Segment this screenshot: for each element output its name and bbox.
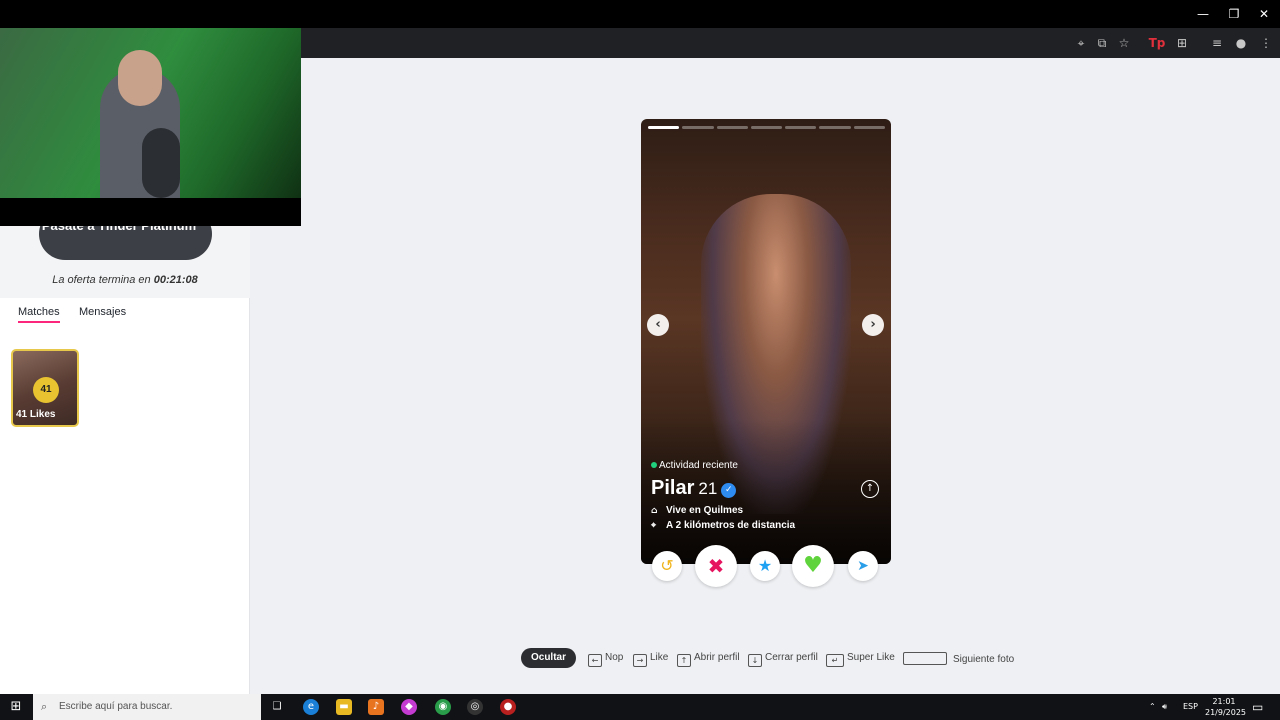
photo-progress-segment (785, 126, 817, 129)
language-indicator[interactable]: ESP (1183, 694, 1198, 720)
media-icon[interactable]: ≡ (1207, 33, 1227, 53)
photo-progress (648, 126, 885, 129)
right-arrow-key-icon: → (633, 654, 647, 667)
prev-photo-button[interactable]: ‹ (647, 314, 669, 336)
webcam-overlay (0, 28, 301, 226)
down-arrow-key-icon: ↓ (748, 654, 762, 667)
shortcut-like: → Like (633, 652, 668, 667)
verified-icon: ✓ (721, 483, 737, 498)
microphone-icon (142, 128, 180, 198)
file-explorer-icon[interactable]: ▬ (336, 699, 352, 715)
open-profile-icon[interactable]: ↑ (861, 480, 879, 498)
boost-button[interactable]: ➤ (848, 551, 878, 581)
profile-icon[interactable]: ● (1231, 33, 1251, 53)
clock-time: 21:01 (1212, 697, 1236, 706)
keyboard-shortcuts-bar: Ocultar ← Nop → Like ↑ Abrir perfil ↓ Cerrar… (0, 648, 1280, 670)
location-icon[interactable]: ⌖ (1071, 33, 1091, 53)
star-icon[interactable]: ☆ (1114, 33, 1134, 53)
space-key-icon (903, 652, 947, 665)
shortcut-open-profile: ↑ Abrir perfil (677, 652, 740, 667)
taskbar-search[interactable]: ⌕ Escribe aquí para buscar. (33, 694, 261, 720)
next-photo-button[interactable]: › (862, 314, 884, 336)
offer-countdown: La oferta termina en 00:21:08 (52, 274, 198, 286)
enter-key-icon: ↵ (826, 654, 844, 667)
lives-in-row: ⌂ Vive en Quilmes (651, 505, 744, 516)
screenshot-icon[interactable]: ⧉ (1092, 33, 1112, 53)
sidebar-tabs: Matches Mensajes (0, 306, 250, 330)
rewind-button[interactable]: ↺ (652, 551, 682, 581)
windows-taskbar: ⊞ ⌕ Escribe aquí para buscar. ❑ e ▬ ♪ ◆ … (0, 694, 1280, 720)
tab-matches[interactable]: Matches (18, 306, 60, 323)
edge-icon[interactable]: e (303, 699, 319, 715)
window-titlebar: — ❐ ✕ (0, 0, 1280, 28)
clock-date: 21/9/2025 (1205, 708, 1247, 717)
profile-card[interactable]: ‹ › Actividad reciente Pilar 21 ✓ ↑ ⌂ Vive … (641, 119, 891, 564)
photo-progress-segment (819, 126, 851, 129)
search-icon: ⌕ (41, 700, 48, 713)
shortcut-super-like: ↵ Super Like (826, 652, 895, 667)
photo-progress-segment (853, 126, 885, 129)
activity-status: Actividad reciente (651, 460, 738, 471)
like-button[interactable]: ♥ (792, 545, 834, 587)
obs-icon[interactable]: ◎ (467, 699, 483, 715)
photo-progress-segment (750, 126, 783, 129)
profile-name-line: Pilar 21 ✓ (651, 477, 737, 500)
task-view-icon[interactable]: ❑ (269, 699, 285, 715)
distance-row: ⌖ A 2 kilómetros de distancia (651, 520, 796, 531)
shortcut-close-profile: ↓ Cerrar perfil (748, 652, 818, 667)
search-placeholder: Escribe aquí para buscar. (59, 701, 173, 712)
left-arrow-key-icon: ← (588, 654, 602, 667)
likes-card[interactable]: 41 41 Likes (11, 349, 79, 427)
recorder-icon[interactable]: ● (500, 699, 516, 715)
menu-icon[interactable]: ⋮ (1256, 33, 1276, 53)
volume-icon[interactable]: 🔊︎ (1162, 694, 1167, 720)
puzzle-icon[interactable]: ⊞ (1172, 33, 1192, 53)
pin-icon: ⌖ (651, 521, 657, 531)
superlike-button[interactable]: ★ (750, 551, 780, 581)
profile-age: 21 (698, 479, 718, 498)
photo-progress-segment (682, 126, 714, 129)
home-icon: ⌂ (651, 506, 658, 516)
tray-overflow-icon[interactable]: ⌃ (1149, 694, 1156, 720)
extension-tinder-icon[interactable]: Tp (1147, 33, 1167, 53)
shortcut-next-photo: Siguiente foto (903, 652, 1014, 665)
likes-label: 41 Likes (16, 409, 56, 420)
notifications-icon[interactable]: ▭ (1252, 694, 1263, 720)
shortcut-nope: ← Nop (588, 652, 623, 667)
fl-studio-icon[interactable]: ♪ (368, 699, 384, 715)
nope-button[interactable]: ✖ (695, 545, 737, 587)
close-button[interactable]: ✕ (1249, 0, 1279, 28)
person-head (118, 50, 162, 106)
hide-shortcuts-button[interactable]: Ocultar (521, 648, 576, 668)
restore-button[interactable]: ❐ (1219, 0, 1249, 28)
copilot-icon[interactable]: ◆ (401, 699, 417, 715)
tab-mensajes[interactable]: Mensajes (79, 306, 126, 318)
photo-progress-segment (648, 126, 680, 129)
up-arrow-key-icon: ↑ (677, 654, 691, 667)
chrome-icon[interactable]: ◉ (435, 699, 451, 715)
likes-count-badge: 41 (33, 377, 59, 403)
online-dot-icon (651, 462, 657, 468)
minimize-button[interactable]: — (1188, 0, 1218, 28)
profile-name: Pilar (651, 477, 695, 499)
windows-start-icon[interactable]: ⊞ (8, 699, 24, 715)
clock[interactable]: 21:01 21/9/2025 (1205, 696, 1247, 718)
photo-progress-segment (716, 126, 748, 129)
webcam-bottom-bar (0, 198, 301, 226)
